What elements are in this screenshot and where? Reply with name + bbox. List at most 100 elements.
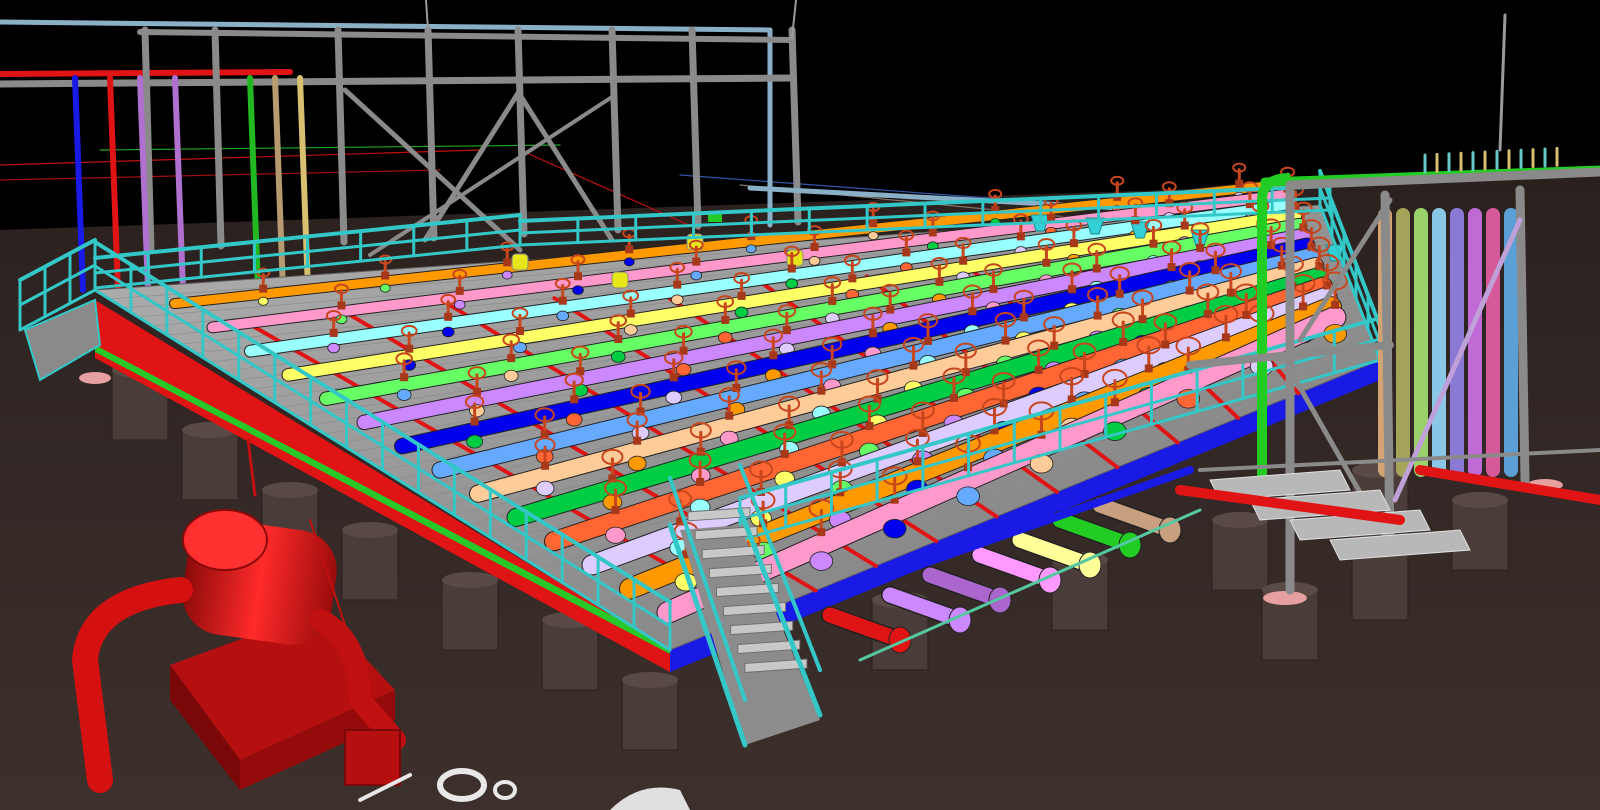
valve-body (625, 245, 634, 254)
valve-body (614, 335, 623, 344)
valve-body (737, 291, 746, 300)
concrete-pier (441, 579, 499, 651)
valve-body (865, 422, 874, 431)
pipe-branch (627, 455, 647, 472)
pipe-branch (327, 342, 341, 354)
concrete-pier (1351, 549, 1409, 621)
pier-top (442, 572, 498, 588)
valve-body (928, 228, 937, 237)
concrete-pier (1211, 519, 1269, 591)
valve-body (780, 450, 789, 459)
valve-body (1211, 266, 1220, 275)
valve-body (381, 271, 390, 280)
pier-top (342, 522, 398, 538)
valve-body (515, 327, 524, 336)
valve-body (1203, 309, 1212, 318)
valve-body (259, 284, 268, 293)
valve-body (782, 326, 791, 335)
valve-body (696, 478, 705, 487)
valve-body (1092, 264, 1101, 273)
pipe-branch (665, 390, 683, 405)
valve-body (405, 344, 414, 353)
pipe-branch (501, 270, 513, 280)
pipe-branch (396, 388, 412, 401)
structure-column (1380, 190, 1395, 550)
valve-body (725, 411, 734, 420)
valve-body (1001, 336, 1010, 345)
pipe-branch (690, 270, 703, 281)
valve-body (633, 436, 642, 445)
valve-body (611, 506, 620, 515)
valve-body (959, 256, 968, 265)
valve-body (1149, 239, 1158, 248)
pipe-branch (867, 231, 879, 241)
pipe-branch (670, 294, 684, 306)
valve-body (673, 280, 682, 289)
valve-body (1115, 289, 1124, 298)
valve-body (1016, 232, 1025, 241)
valve-body (902, 248, 911, 257)
valve-body (1185, 286, 1194, 295)
valve-body (400, 373, 409, 382)
valve-body (1196, 243, 1205, 252)
pipe-branch (745, 244, 757, 254)
valve-body (541, 461, 550, 470)
valve-body (909, 361, 918, 370)
pipe-branch (623, 324, 638, 336)
valve-body (1221, 333, 1230, 342)
pipe-branch (466, 434, 483, 449)
valve-body (886, 305, 895, 314)
valve-body (817, 528, 826, 537)
valve-body (1226, 288, 1235, 297)
pipe-branch (441, 326, 455, 338)
concrete-pier (181, 429, 239, 501)
pipe-branch (535, 480, 555, 497)
valve-body (1110, 398, 1119, 407)
pipe-branch (808, 256, 821, 266)
valve-body (444, 312, 453, 321)
valve-body (1138, 315, 1147, 324)
valve-body (968, 307, 977, 316)
pipe-branch (257, 296, 269, 306)
valve-body (1050, 341, 1059, 350)
valve-body (989, 285, 998, 294)
valve-body (828, 296, 837, 305)
valve-body (470, 417, 479, 426)
valve-body (1119, 337, 1128, 346)
valve-body (329, 328, 338, 337)
valve-body (848, 274, 857, 283)
valve-body (817, 386, 826, 395)
pipe-branch (605, 526, 626, 544)
pier-pad (79, 372, 111, 384)
valve-body (558, 296, 567, 305)
structure-column (1515, 185, 1530, 485)
concrete-pier (541, 619, 599, 691)
valve-body (1144, 364, 1153, 373)
pier-pad (1263, 591, 1307, 605)
valve-body (692, 257, 701, 266)
valve-body (949, 394, 958, 403)
valve-body (810, 243, 819, 252)
pipe-branch (503, 369, 519, 382)
pipe-branch (379, 283, 391, 293)
pier-top (262, 482, 318, 498)
pipe-branch (565, 412, 583, 427)
pipe-branch (572, 285, 584, 295)
valve-body (721, 315, 730, 324)
pipe-branch (785, 278, 799, 289)
valve-body (913, 457, 922, 466)
valve-body (503, 258, 512, 267)
valve-body (1042, 258, 1051, 267)
valve-body (1093, 311, 1102, 320)
pier-top (1452, 492, 1508, 508)
valve-body (1161, 340, 1170, 349)
pipe-branch (675, 363, 692, 377)
valve-body (669, 373, 678, 382)
pipe-branch (717, 331, 733, 344)
pipe-branch (734, 306, 749, 318)
valve-body (455, 286, 464, 295)
pipe-branch (956, 486, 980, 506)
concrete-pier (621, 679, 679, 751)
pipe-branch (882, 518, 907, 539)
valve-body (787, 264, 796, 273)
